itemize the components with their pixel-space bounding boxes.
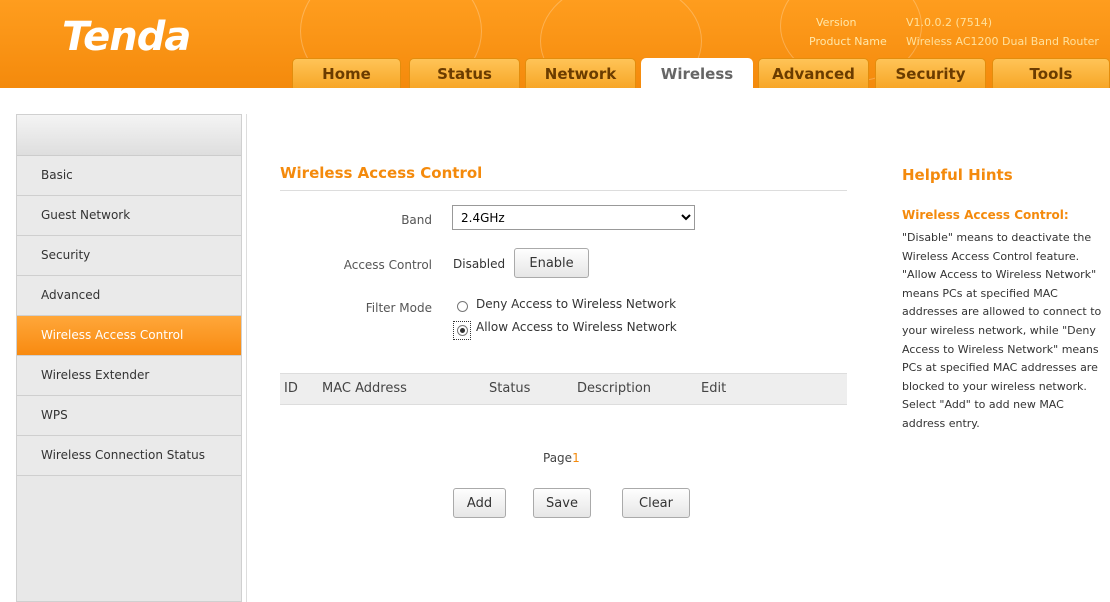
- header-bar: Tenda Version V1.0.0.2 (7514) Product Na…: [0, 0, 1110, 88]
- tab-wireless[interactable]: Wireless: [641, 58, 753, 88]
- save-button[interactable]: Save: [533, 488, 591, 518]
- access-control-status: Disabled: [453, 257, 506, 271]
- radio-deny-access[interactable]: [457, 301, 468, 312]
- sidebar-item-wireless-extender[interactable]: Wireless Extender: [17, 356, 241, 396]
- band-select[interactable]: 2.4GHz: [452, 205, 695, 230]
- column-description: Description: [577, 381, 652, 396]
- product-name-value: Wireless AC1200 Dual Band Router: [906, 35, 1099, 48]
- tab-security[interactable]: Security: [875, 58, 986, 88]
- helpful-hints-panel: Helpful Hints Wireless Access Control: "…: [877, 114, 1110, 602]
- hints-subtitle: Wireless Access Control:: [902, 208, 1069, 222]
- band-label: Band: [401, 213, 432, 227]
- sidebar-item-wireless-access-control[interactable]: Wireless Access Control: [17, 316, 241, 356]
- page-label: Page: [543, 451, 573, 465]
- pagination: Page1: [543, 451, 580, 465]
- sidebar-item-guest-network[interactable]: Guest Network: [17, 196, 241, 236]
- page-number[interactable]: 1: [572, 451, 580, 465]
- sidebar-item-security[interactable]: Security: [17, 236, 241, 276]
- radio-allow-label: Allow Access to Wireless Network: [476, 320, 677, 334]
- enable-button[interactable]: Enable: [514, 248, 589, 278]
- tab-home[interactable]: Home: [292, 58, 401, 88]
- version-value: V1.0.0.2 (7514): [906, 16, 993, 29]
- product-name-label: Product Name: [809, 35, 887, 48]
- tenda-logo: Tenda: [62, 14, 191, 60]
- page-title: Wireless Access Control: [280, 164, 483, 182]
- add-button[interactable]: Add: [453, 488, 506, 518]
- column-status: Status: [489, 381, 531, 396]
- sidebar: Basic Guest Network Security Advanced Wi…: [16, 114, 242, 602]
- column-id: ID: [284, 381, 298, 396]
- hints-title: Helpful Hints: [902, 166, 1013, 184]
- tab-status[interactable]: Status: [409, 58, 520, 88]
- tab-network[interactable]: Network: [525, 58, 636, 88]
- sidebar-item-wireless-connection-status[interactable]: Wireless Connection Status: [17, 436, 241, 476]
- column-edit: Edit: [701, 381, 727, 396]
- version-label: Version: [816, 16, 857, 29]
- main-panel: Wireless Access Control Band 2.4GHz Acce…: [246, 114, 878, 602]
- hints-body: "Disable" means to deactivate the Wirele…: [902, 231, 1102, 430]
- radio-deny-label: Deny Access to Wireless Network: [476, 297, 677, 311]
- sidebar-item-basic[interactable]: Basic: [17, 156, 241, 196]
- radio-allow-access[interactable]: [457, 325, 468, 336]
- tab-tools[interactable]: Tools: [992, 58, 1110, 88]
- title-divider: [280, 190, 847, 191]
- tab-advanced[interactable]: Advanced: [758, 58, 869, 88]
- sidebar-item-advanced[interactable]: Advanced: [17, 276, 241, 316]
- clear-button[interactable]: Clear: [622, 488, 690, 518]
- mac-table-header: ID MAC Address Status Description Edit: [280, 373, 847, 405]
- sidebar-header: [17, 115, 241, 156]
- access-control-label: Access Control: [343, 258, 432, 272]
- column-mac-address: MAC Address: [322, 381, 407, 396]
- sidebar-item-wps[interactable]: WPS: [17, 396, 241, 436]
- filter-mode-label: Filter Mode: [365, 301, 432, 315]
